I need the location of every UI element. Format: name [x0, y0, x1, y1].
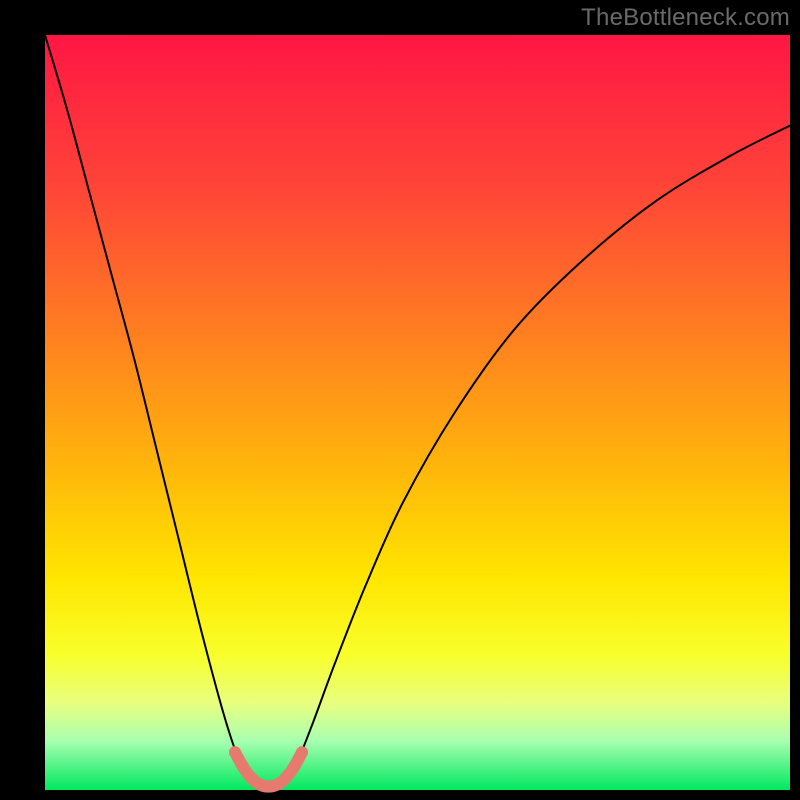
plot-background: [45, 35, 790, 790]
trough-dots: [289, 760, 301, 772]
trough-dots: [296, 746, 308, 758]
watermark-text: TheBottleneck.com: [581, 4, 790, 32]
trough-dots: [236, 760, 248, 772]
chart-frame: TheBottleneck.com: [0, 0, 800, 800]
trough-dots: [229, 746, 241, 758]
trough-dots: [281, 770, 293, 782]
chart-svg: [0, 0, 800, 800]
